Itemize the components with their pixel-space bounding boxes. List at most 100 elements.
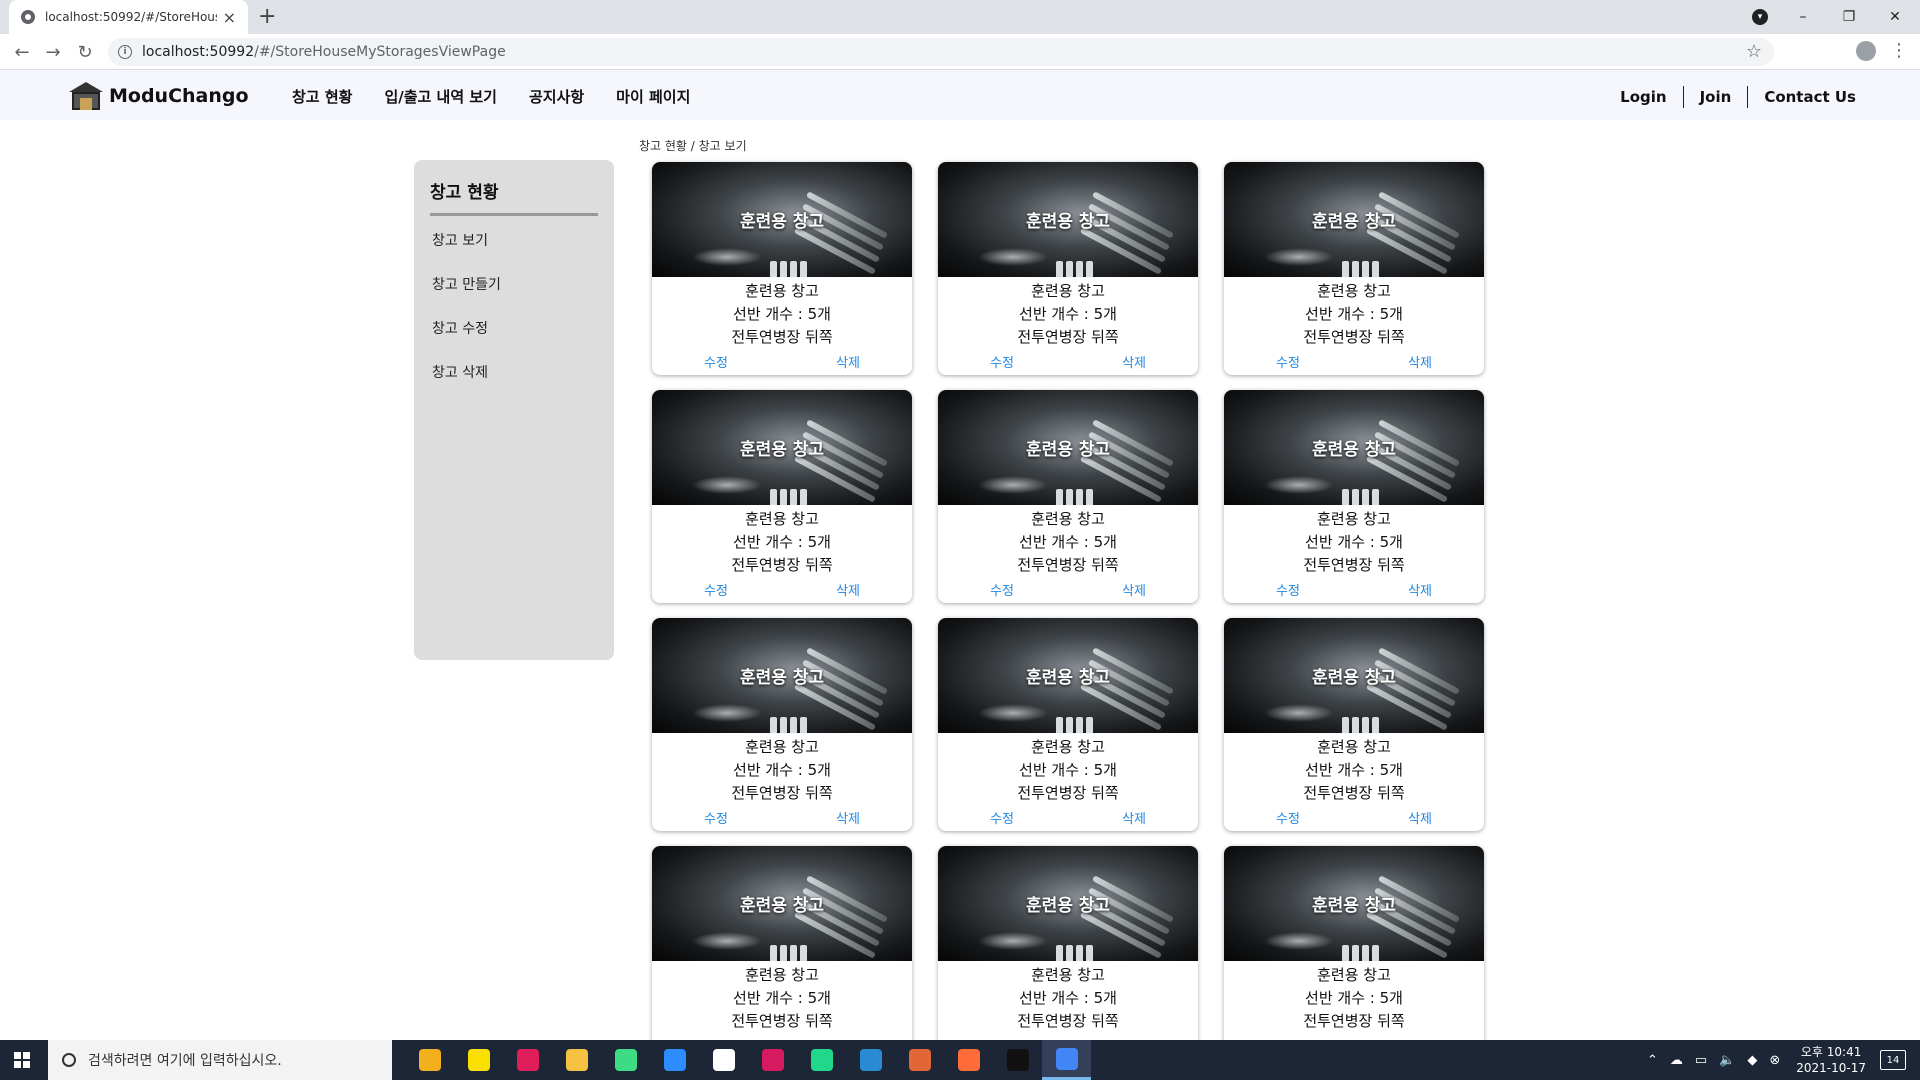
storage-card[interactable]: 훈련용 창고훈련용 창고선반 개수 : 5개전투연병장 뒤쪽수정삭제	[938, 618, 1198, 831]
storage-thumbnail[interactable]: 훈련용 창고	[938, 390, 1198, 505]
delete-link[interactable]: 삭제	[836, 580, 860, 599]
delete-link[interactable]: 삭제	[1122, 580, 1146, 599]
delete-link[interactable]: 삭제	[1122, 808, 1146, 827]
site-logo[interactable]: ModuChango	[69, 82, 249, 110]
edit-link[interactable]: 수정	[990, 352, 1014, 371]
edit-link[interactable]: 수정	[990, 808, 1014, 827]
card-actions: 수정 삭제	[652, 805, 912, 827]
storage-thumbnail[interactable]: 훈련용 창고	[652, 390, 912, 505]
slack-icon[interactable]	[503, 1040, 552, 1080]
maximize-button[interactable]: ❐	[1826, 0, 1872, 34]
tab-search-icon[interactable]: ▾	[1752, 9, 1768, 25]
windows-start-icon[interactable]	[14, 1052, 30, 1068]
minimize-button[interactable]: –	[1780, 0, 1826, 34]
delete-link[interactable]: 삭제	[1122, 352, 1146, 371]
site-info-icon[interactable]: i	[118, 45, 132, 59]
login-link[interactable]: Login	[1620, 88, 1666, 106]
storage-info: 훈련용 창고 선반 개수 : 5개 전투연병장 뒤쪽	[938, 277, 1198, 349]
notification-center-icon[interactable]: 14	[1880, 1050, 1906, 1070]
new-tab-button[interactable]: +	[258, 4, 276, 29]
storage-card[interactable]: 훈련용 창고훈련용 창고선반 개수 : 5개전투연병장 뒤쪽수정삭제	[938, 846, 1198, 1059]
android-studio-icon[interactable]	[601, 1040, 650, 1080]
zoom-icon[interactable]	[650, 1040, 699, 1080]
storage-card[interactable]: 훈련용 창고훈련용 창고선반 개수 : 5개전투연병장 뒤쪽수정삭제	[1224, 846, 1484, 1059]
nav-my-page[interactable]: 마이 페이지	[616, 86, 690, 107]
delete-link[interactable]: 삭제	[836, 352, 860, 371]
nav-inout-history[interactable]: 입/출고 내역 보기	[384, 86, 497, 107]
storage-thumbnail[interactable]: 훈련용 창고	[1224, 846, 1484, 961]
edit-link[interactable]: 수정	[1276, 808, 1300, 827]
reload-button[interactable]: ↻	[73, 40, 97, 64]
storage-thumbnail[interactable]: 훈련용 창고	[938, 846, 1198, 961]
edit-link[interactable]: 수정	[704, 808, 728, 827]
storage-thumbnail[interactable]: 훈련용 창고	[938, 618, 1198, 733]
intellij-icon[interactable]	[748, 1040, 797, 1080]
matlab-icon[interactable]	[895, 1040, 944, 1080]
storage-card[interactable]: 훈련용 창고훈련용 창고선반 개수 : 5개전투연병장 뒤쪽수정 삭제	[938, 162, 1198, 375]
url-host: localhost:50992	[142, 44, 255, 60]
sidebar-item-delete[interactable]: 창고 삭제	[432, 362, 598, 382]
storage-card[interactable]: 훈련용 창고훈련용 창고선반 개수 : 5개전투연병장 뒤쪽수정삭제	[938, 390, 1198, 603]
network-icon[interactable]: ▭	[1695, 1053, 1707, 1068]
terminal-icon[interactable]	[993, 1040, 1042, 1080]
storage-thumbnail[interactable]: 훈련용 창고	[652, 846, 912, 961]
vscode-icon[interactable]	[846, 1040, 895, 1080]
profile-avatar-icon[interactable]	[1856, 41, 1876, 61]
chevron-up-icon[interactable]: ⌃	[1647, 1053, 1658, 1068]
sidebar-item-edit[interactable]: 창고 수정	[432, 318, 598, 338]
nav-notice[interactable]: 공지사항	[529, 86, 584, 107]
sidebar-item-create[interactable]: 창고 만들기	[432, 274, 598, 294]
contact-link[interactable]: Contact Us	[1764, 88, 1856, 106]
volume-icon[interactable]: 🔈	[1719, 1053, 1735, 1068]
delete-link[interactable]: 삭제	[1408, 808, 1432, 827]
clock[interactable]: 오후 10:41 2021-10-17	[1796, 1044, 1866, 1076]
join-link[interactable]: Join	[1700, 88, 1732, 106]
pycharm-icon[interactable]	[797, 1040, 846, 1080]
delete-link[interactable]: 삭제	[1408, 352, 1432, 371]
close-window-button[interactable]: ✕	[1872, 0, 1918, 34]
storage-card[interactable]: 훈련용 창고훈련용 창고선반 개수 : 5개전투연병장 뒤쪽수정삭제	[652, 846, 912, 1059]
storage-thumbnail[interactable]: 훈련용 창고	[938, 162, 1198, 277]
edit-link[interactable]: 수정	[1276, 580, 1300, 599]
nav-warehouse-status[interactable]: 창고 현황	[292, 86, 352, 107]
address-bar[interactable]: i localhost:50992/#/StoreHouseMyStorages…	[108, 38, 1774, 66]
storage-shelves: 선반 개수 : 5개	[733, 989, 831, 1007]
postman-icon[interactable]	[944, 1040, 993, 1080]
storage-thumbnail[interactable]: 훈련용 창고	[1224, 390, 1484, 505]
storage-location: 전투연병장 뒤쪽	[731, 1012, 833, 1030]
edit-link[interactable]: 수정	[990, 580, 1014, 599]
browser-tab[interactable]: localhost:50992/#/StoreHouseMyStoragesVi…	[9, 0, 248, 34]
sidebar-item-view[interactable]: 창고 보기	[432, 230, 598, 250]
storage-card[interactable]: 훈련용 창고훈련용 창고선반 개수 : 5개전투연병장 뒤쪽수정삭제	[1224, 162, 1484, 375]
bookmark-star-icon[interactable]: ☆	[1746, 41, 1762, 62]
storage-thumbnail[interactable]: 훈련용 창고	[1224, 162, 1484, 277]
chrome-icon[interactable]	[1042, 1040, 1091, 1080]
ime-icon[interactable]: ⊗	[1769, 1053, 1780, 1068]
edit-link[interactable]: 수정	[1276, 352, 1300, 371]
delete-link[interactable]: 삭제	[836, 808, 860, 827]
tab-close-icon[interactable]: ×	[223, 8, 236, 27]
wordpress-icon[interactable]	[699, 1040, 748, 1080]
antivirus-icon[interactable]: ◆	[1747, 1053, 1757, 1068]
browser-menu-icon[interactable]: ⋮	[1890, 40, 1908, 61]
storage-thumbnail[interactable]: 훈련용 창고	[652, 618, 912, 733]
delete-link[interactable]: 삭제	[1408, 580, 1432, 599]
storage-thumbnail[interactable]: 훈련용 창고	[652, 162, 912, 277]
storage-thumbnail[interactable]: 훈련용 창고	[1224, 618, 1484, 733]
forward-button[interactable]: →	[41, 40, 65, 64]
card-actions: 수정 삭제	[1224, 577, 1484, 599]
storage-card[interactable]: 훈련용 창고훈련용 창고선반 개수 : 5개전투연병장 뒤쪽수정삭제	[652, 162, 912, 375]
taskbar-search[interactable]: 검색하려면 여기에 입력하십시오.	[48, 1040, 392, 1080]
storage-card[interactable]: 훈련용 창고훈련용 창고선반 개수 : 5개전투연병장 뒤쪽수정삭제	[1224, 618, 1484, 831]
storage-card[interactable]: 훈련용 창고훈련용 창고선반 개수 : 5개전투연병장 뒤쪽수정삭제	[652, 390, 912, 603]
storage-location: 전투연병장 뒤쪽	[1303, 1012, 1405, 1030]
kakaotalk-icon[interactable]	[454, 1040, 503, 1080]
chrome-canary-icon[interactable]	[405, 1040, 454, 1080]
edit-link[interactable]: 수정	[704, 352, 728, 371]
file-explorer-icon[interactable]	[552, 1040, 601, 1080]
onedrive-icon[interactable]: ☁	[1670, 1053, 1683, 1068]
back-button[interactable]: ←	[10, 40, 34, 64]
storage-card[interactable]: 훈련용 창고훈련용 창고선반 개수 : 5개전투연병장 뒤쪽수정삭제	[1224, 390, 1484, 603]
edit-link[interactable]: 수정	[704, 580, 728, 599]
storage-card[interactable]: 훈련용 창고훈련용 창고선반 개수 : 5개전투연병장 뒤쪽수정삭제	[652, 618, 912, 831]
